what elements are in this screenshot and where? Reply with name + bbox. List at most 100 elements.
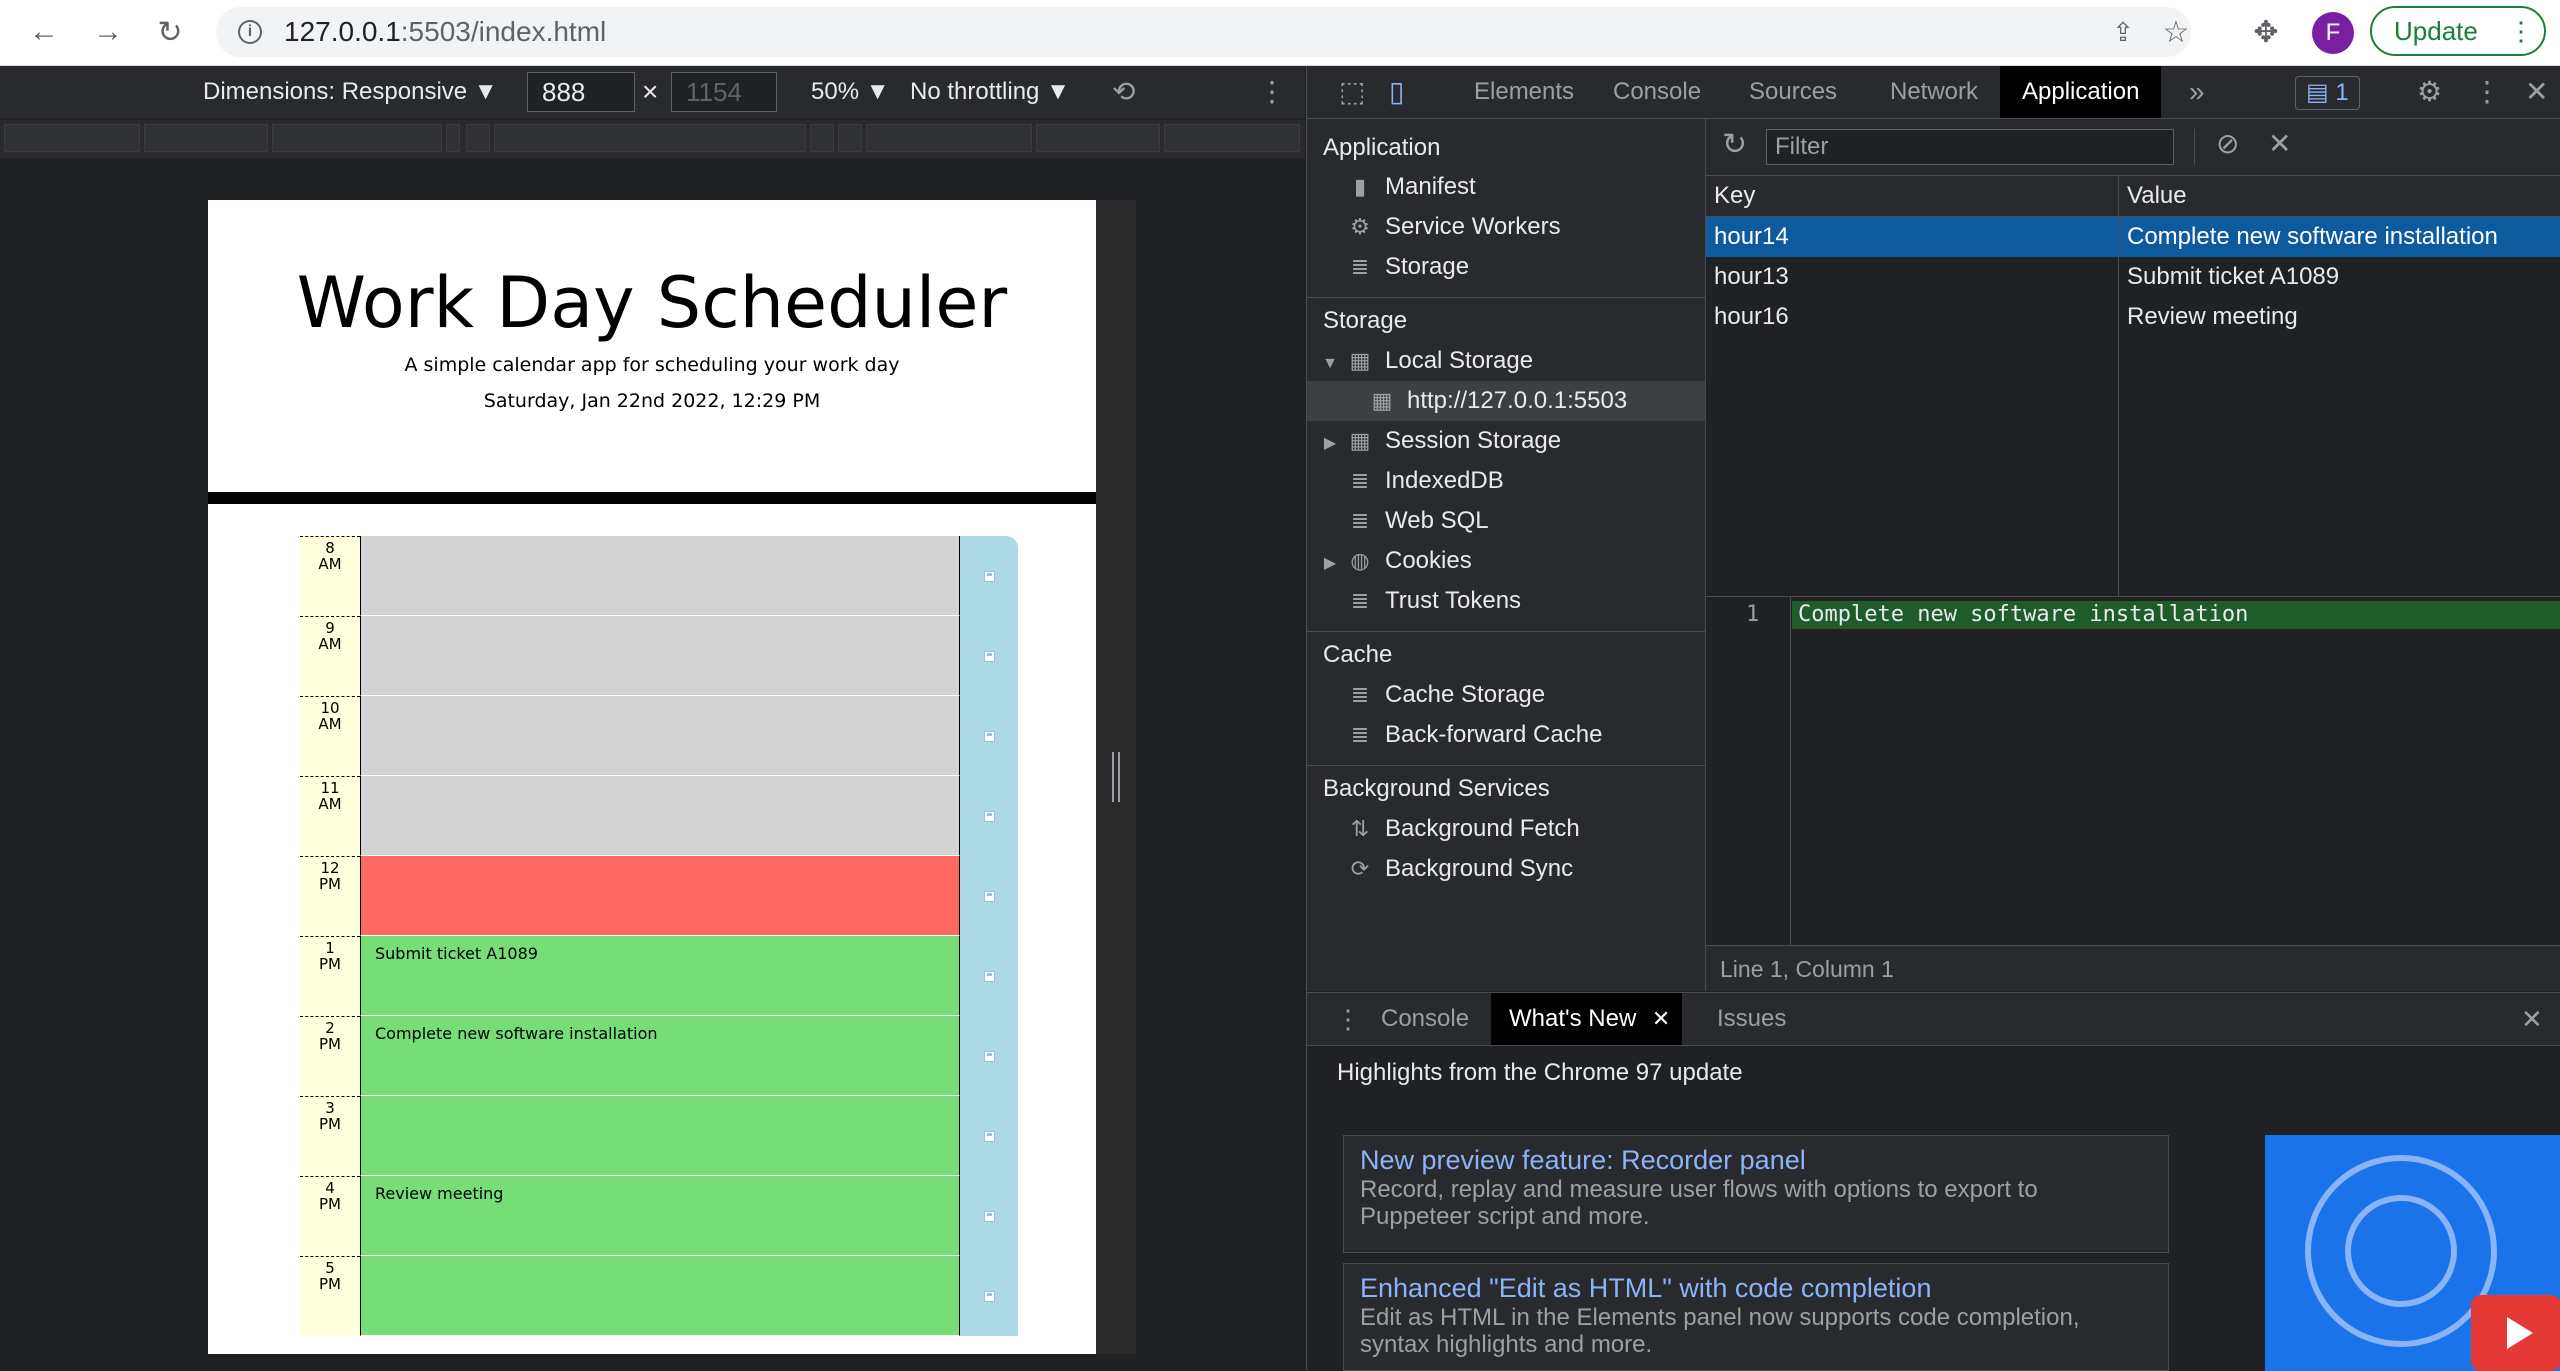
media-query-bar[interactable] xyxy=(0,120,1305,158)
event-textarea[interactable] xyxy=(360,1096,960,1176)
close-drawer-icon[interactable]: ✕ xyxy=(2503,993,2560,1045)
hour-number: 10 xyxy=(320,699,340,717)
tab-console[interactable]: Console xyxy=(1591,66,1723,118)
more-options-icon[interactable]: ⋮ xyxy=(1258,66,1286,118)
save-button[interactable] xyxy=(960,1016,1018,1096)
address-bar[interactable]: i 127.0.0.1:5503/index.html ⇪ ☆ xyxy=(216,7,2191,57)
event-textarea[interactable]: Review meeting xyxy=(360,1176,960,1256)
sidebar-item-trust-tokens[interactable]: ≣ Trust Tokens xyxy=(1347,581,1521,621)
tab-application[interactable]: Application xyxy=(2000,66,2162,118)
hour-ampm: AM xyxy=(318,795,342,813)
reload-icon[interactable]: ↻ xyxy=(150,12,190,52)
save-button[interactable] xyxy=(960,536,1018,616)
height-input[interactable]: 1154 xyxy=(671,72,777,112)
event-textarea[interactable] xyxy=(360,616,960,696)
event-textarea[interactable] xyxy=(360,856,960,936)
storage-toolbar: ↻ Filter ⊘ ✕ xyxy=(1706,119,2560,176)
storage-value[interactable]: Complete new software installation xyxy=(2119,217,2560,257)
play-icon[interactable] xyxy=(2471,1295,2560,1371)
sidebar-item-background-sync[interactable]: ⟳ Background Sync xyxy=(1347,849,1573,889)
storage-row[interactable]: hour16 Review meeting xyxy=(1706,297,2560,337)
scheduler-page: Work Day Scheduler A simple calendar app… xyxy=(208,200,1096,1354)
tab-network[interactable]: Network xyxy=(1868,66,2000,118)
dimensions-dropdown[interactable]: Dimensions: Responsive ▼ xyxy=(203,66,498,118)
sidebar-item-cookies[interactable]: ▶ ◍ Cookies xyxy=(1321,541,1472,581)
sidebar-item-local-origin[interactable]: ▦ http://127.0.0.1:5503 xyxy=(1307,381,1705,421)
forward-icon[interactable]: → xyxy=(88,12,128,52)
clear-all-icon[interactable]: ⊘ xyxy=(2216,127,2239,160)
storage-value[interactable]: Review meeting xyxy=(2119,297,2560,337)
key-column-header[interactable]: Key xyxy=(1706,176,2118,216)
event-textarea[interactable]: Submit ticket A1089 xyxy=(360,936,960,1016)
save-button[interactable] xyxy=(960,776,1018,856)
table-icon: ▦ xyxy=(1371,388,1393,413)
throttling-dropdown[interactable]: No throttling ▼ xyxy=(910,66,1070,118)
save-button[interactable] xyxy=(960,616,1018,696)
sidebar-item-session-storage[interactable]: ▶ ▦ Session Storage xyxy=(1321,421,1561,461)
sidebar-item-bfcache[interactable]: ≣ Back-forward Cache xyxy=(1347,715,1603,755)
save-button[interactable] xyxy=(960,856,1018,936)
save-button[interactable] xyxy=(960,1256,1018,1336)
storage-row[interactable]: hour14 Complete new software installation xyxy=(1706,217,2560,257)
tab-sources[interactable]: Sources xyxy=(1727,66,1859,118)
viewport-resize-handle[interactable] xyxy=(1112,752,1120,802)
drawer-tab-issues[interactable]: Issues xyxy=(1699,993,1804,1045)
sidebar-item-label: Storage xyxy=(1385,253,1470,280)
close-devtools-icon[interactable]: ✕ xyxy=(2503,66,2560,118)
save-button[interactable] xyxy=(960,696,1018,776)
share-icon[interactable]: ⇪ xyxy=(2103,12,2143,52)
floppy-disk-icon xyxy=(983,1130,995,1142)
preview-code-line[interactable]: Complete new software installation xyxy=(1792,601,2560,629)
event-textarea[interactable] xyxy=(360,696,960,776)
sidebar-item-manifest[interactable]: ▮ Manifest xyxy=(1347,167,1476,207)
hour-label: 12 PM xyxy=(300,856,360,936)
close-tab-icon[interactable]: ✕ xyxy=(1652,993,1670,1045)
storage-key[interactable]: hour14 xyxy=(1706,217,2118,257)
hour-label: 8 AM xyxy=(300,536,360,616)
sidebar-item-background-fetch[interactable]: ⇅ Background Fetch xyxy=(1347,809,1580,849)
bookmark-star-icon[interactable]: ☆ xyxy=(2156,12,2196,52)
whats-new-card[interactable]: New preview feature: Recorder panel Reco… xyxy=(1343,1135,2169,1253)
width-input[interactable]: 888 xyxy=(527,72,635,112)
delete-selected-icon[interactable]: ✕ xyxy=(2268,127,2291,160)
issues-badge[interactable]: ▤ 1 xyxy=(2295,76,2360,110)
collapsed-triangle-icon: ▶ xyxy=(1323,555,1337,572)
event-textarea[interactable]: Complete new software installation xyxy=(360,1016,960,1096)
site-info-icon[interactable]: i xyxy=(238,20,262,44)
card-title[interactable]: Enhanced "Edit as HTML" with code comple… xyxy=(1360,1272,2152,1304)
zoom-dropdown[interactable]: 50% ▼ xyxy=(811,66,889,118)
storage-value[interactable]: Submit ticket A1089 xyxy=(2119,257,2560,297)
device-mode-icon[interactable]: ▯ xyxy=(1367,66,1426,118)
refresh-icon[interactable]: ↻ xyxy=(1722,127,1747,162)
value-column-header[interactable]: Value xyxy=(2119,176,2560,216)
sidebar-item-storage[interactable]: ≣ Storage xyxy=(1347,247,1469,287)
rotate-icon[interactable]: ⟲ xyxy=(1112,66,1135,118)
sidebar-item-websql[interactable]: ≣ Web SQL xyxy=(1347,501,1489,541)
storage-key[interactable]: hour13 xyxy=(1706,257,2118,297)
extensions-icon[interactable]: ✥ xyxy=(2246,12,2286,52)
event-textarea[interactable] xyxy=(360,776,960,856)
sidebar-item-service-workers[interactable]: ⚙ Service Workers xyxy=(1347,207,1560,247)
time-block-row: 3 PM xyxy=(292,1096,1018,1176)
tab-elements[interactable]: Elements xyxy=(1452,66,1596,118)
sidebar-item-local-storage[interactable]: ▼ ▦ Local Storage xyxy=(1321,341,1533,381)
whats-new-card[interactable]: Enhanced "Edit as HTML" with code comple… xyxy=(1343,1263,2169,1371)
sidebar-item-cache-storage[interactable]: ≣ Cache Storage xyxy=(1347,675,1545,715)
event-textarea[interactable] xyxy=(360,1256,960,1336)
save-button[interactable] xyxy=(960,936,1018,1016)
promo-video-thumbnail[interactable] xyxy=(2265,1135,2560,1371)
save-button[interactable] xyxy=(960,1096,1018,1176)
storage-key[interactable]: hour16 xyxy=(1706,297,2118,337)
filter-input[interactable]: Filter xyxy=(1766,129,2174,165)
event-textarea[interactable] xyxy=(360,536,960,616)
update-button[interactable]: Update ⋮ xyxy=(2370,6,2546,56)
back-icon[interactable]: ← xyxy=(24,12,64,52)
storage-row[interactable]: hour13 Submit ticket A1089 xyxy=(1706,257,2560,297)
drawer-tab-whats-new[interactable]: What's New ✕ xyxy=(1491,993,1683,1045)
card-title[interactable]: New preview feature: Recorder panel xyxy=(1360,1144,2152,1176)
more-tabs-icon[interactable]: » xyxy=(2167,66,2227,118)
save-button[interactable] xyxy=(960,1176,1018,1256)
profile-avatar[interactable]: F xyxy=(2312,12,2354,54)
drawer-tab-console[interactable]: Console xyxy=(1363,993,1487,1045)
sidebar-item-indexeddb[interactable]: ≣ IndexedDB xyxy=(1347,461,1504,501)
